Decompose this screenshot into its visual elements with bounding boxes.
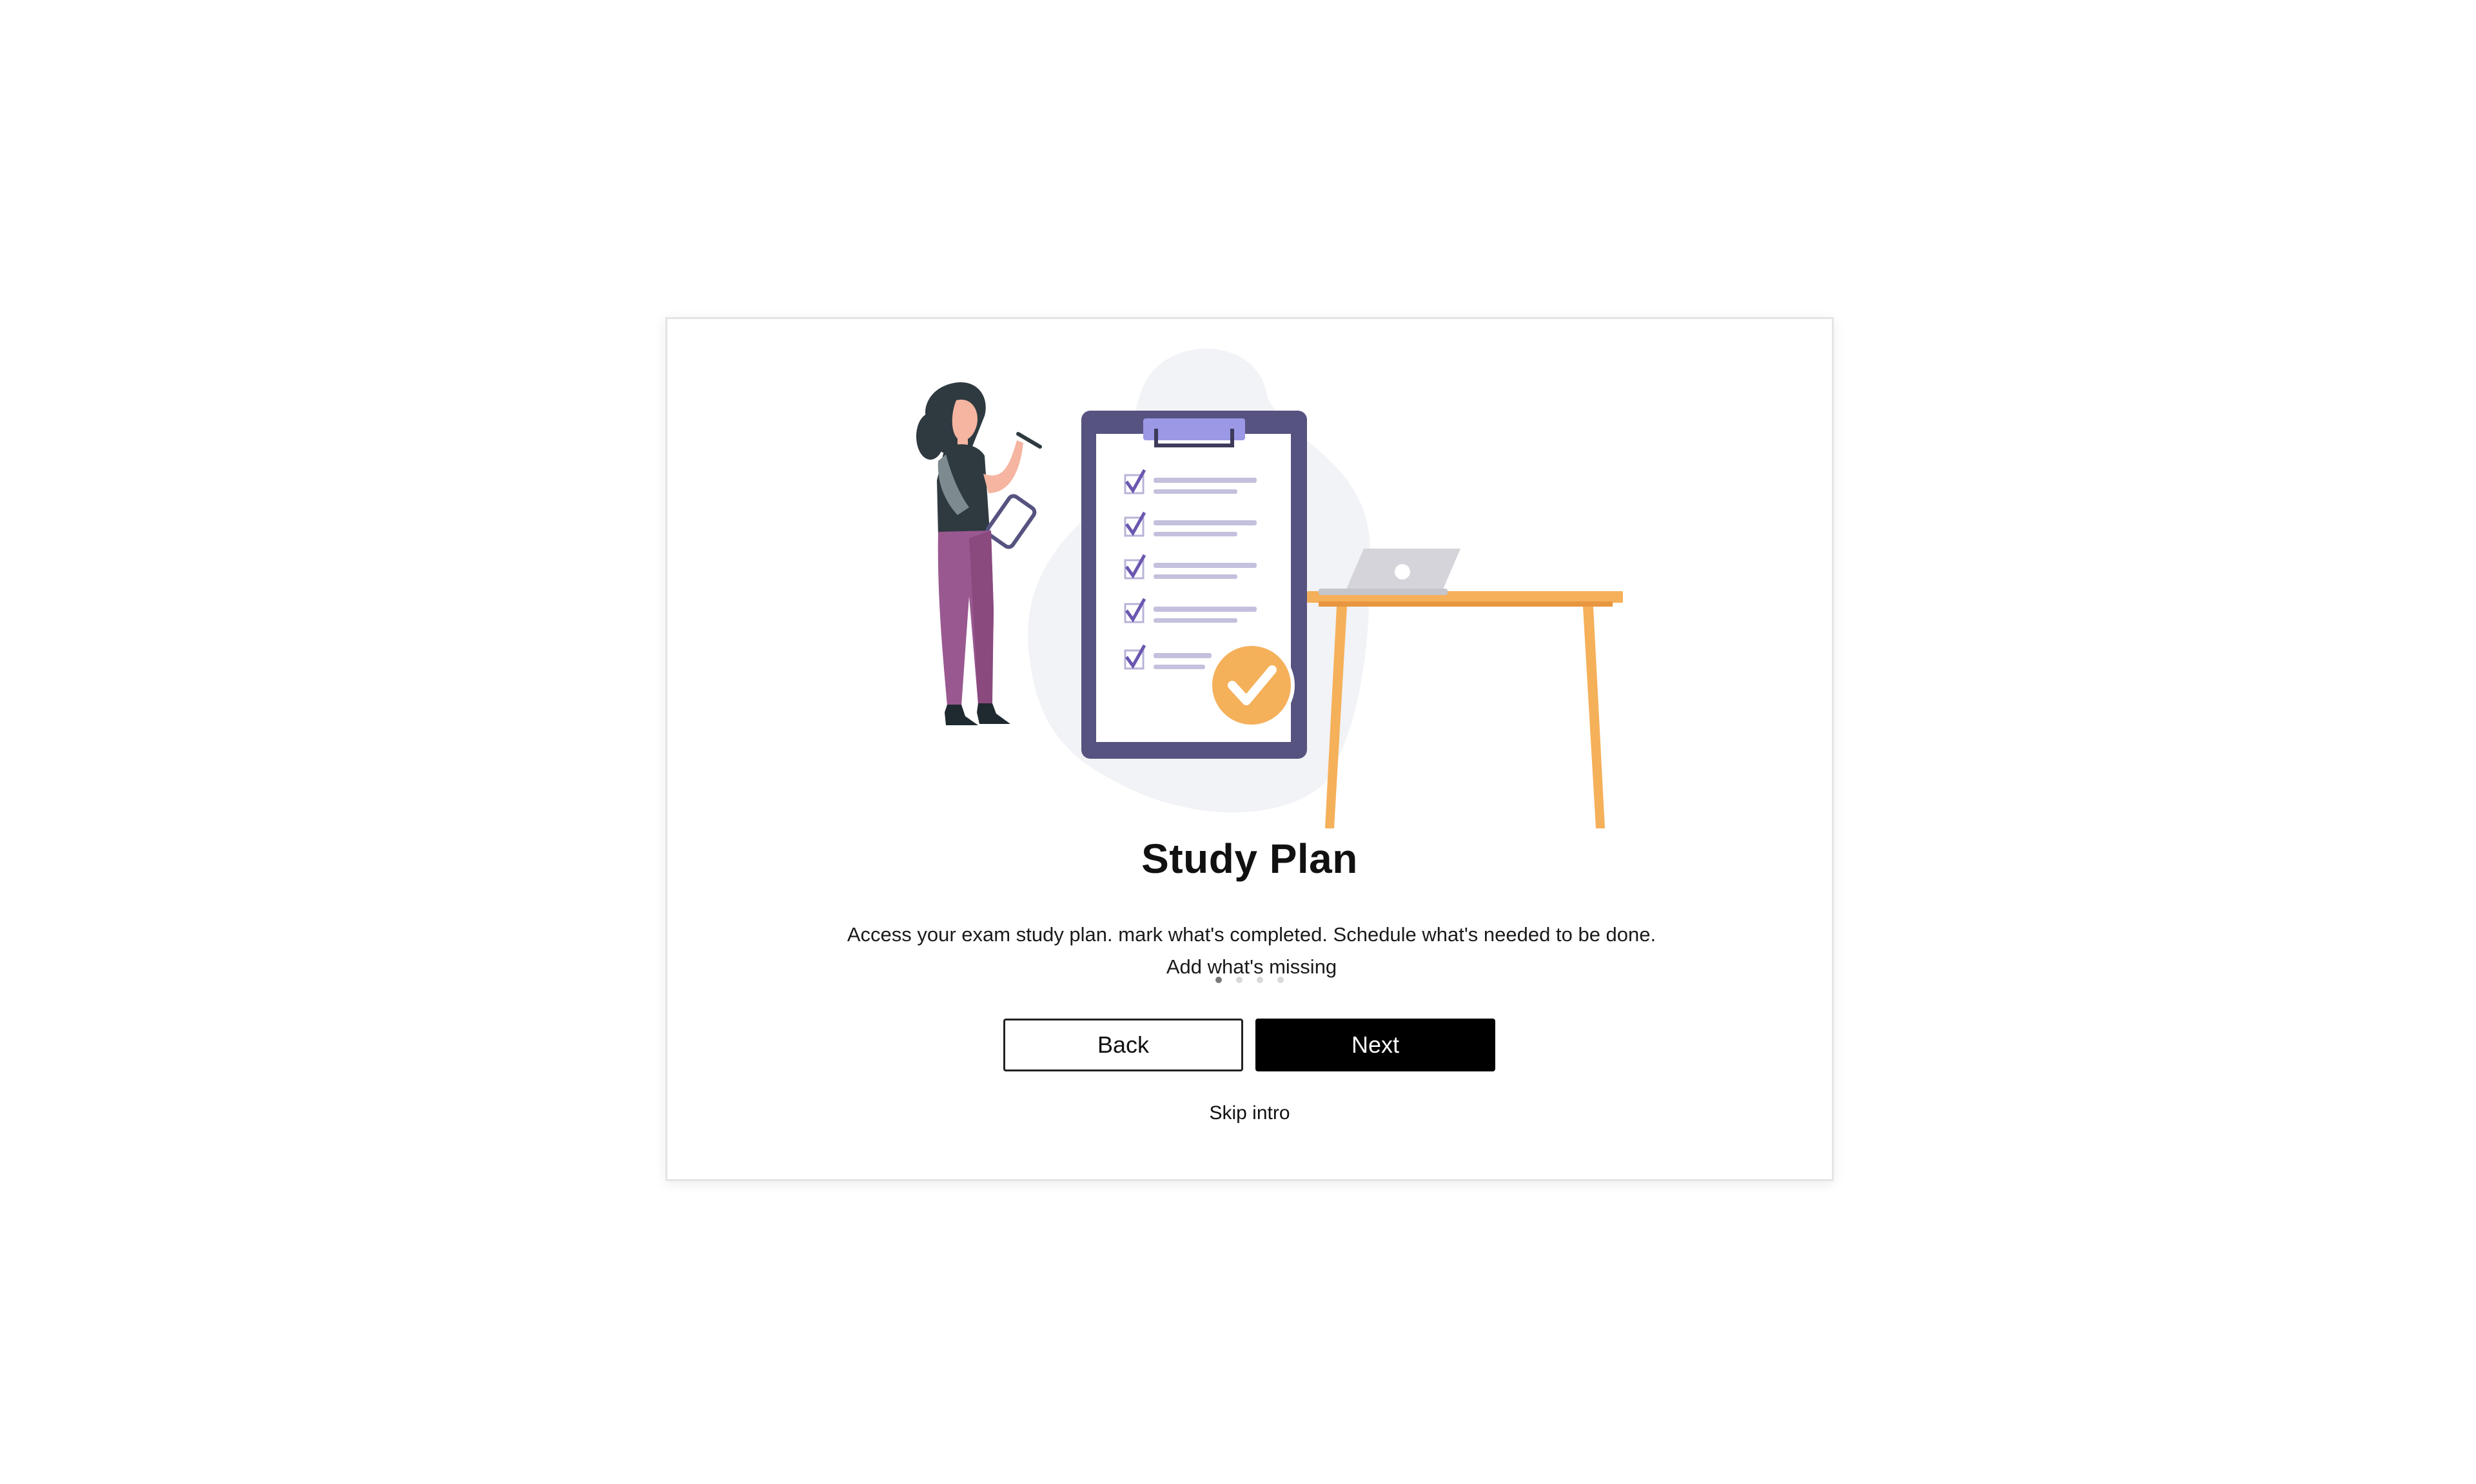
back-button[interactable]: Back [1003, 1019, 1243, 1071]
pagination-dot-4[interactable] [1277, 977, 1284, 983]
page-title: Study Plan [1141, 835, 1358, 882]
pagination-dot-2[interactable] [1236, 977, 1243, 983]
skip-intro-link[interactable]: Skip intro [667, 1102, 1832, 1124]
intro-description: Access your exam study plan. mark what's… [847, 923, 1656, 978]
check-badge-icon [1208, 642, 1295, 728]
pagination-dot-1[interactable] [1215, 977, 1222, 983]
next-button[interactable]: Next [1255, 1019, 1495, 1071]
study-plan-illustration [916, 348, 1623, 828]
pagination-dots [667, 977, 1832, 983]
onboarding-card: Study Plan Access your exam study plan. … [665, 317, 1834, 1181]
woman-figure-icon [916, 382, 1042, 725]
pagination-dot-3[interactable] [1257, 977, 1263, 983]
clipboard-checklist-icon [1081, 411, 1307, 759]
